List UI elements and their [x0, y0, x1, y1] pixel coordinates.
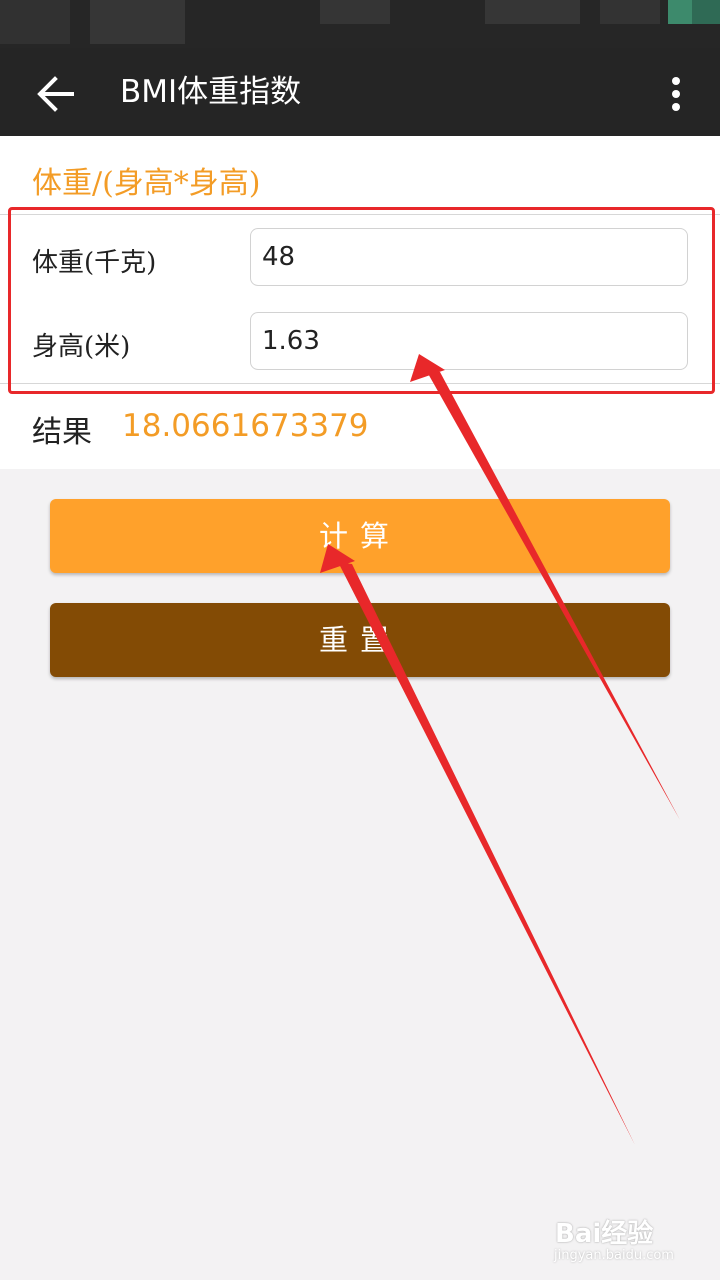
- annotation-highlight-box: [8, 207, 715, 394]
- overflow-menu-button[interactable]: [650, 66, 702, 122]
- formula-text: 体重/(身高*身高): [32, 166, 261, 201]
- result-label: 结果: [32, 415, 92, 450]
- reset-button[interactable]: 重置: [50, 603, 670, 677]
- calculate-button[interactable]: 计算: [50, 499, 670, 573]
- arrow-left-icon: [37, 76, 74, 112]
- baidu-watermark: Bai经验: [555, 1219, 654, 1249]
- result-value: 18.0661673379: [122, 408, 369, 444]
- app-title: BMI体重指数: [120, 74, 302, 110]
- status-bar: [0, 0, 720, 48]
- more-vertical-icon: [672, 77, 680, 111]
- baidu-watermark-url: jingyan.baidu.com: [554, 1248, 674, 1263]
- app-bar: BMI体重指数: [0, 48, 720, 136]
- back-button[interactable]: [28, 66, 84, 122]
